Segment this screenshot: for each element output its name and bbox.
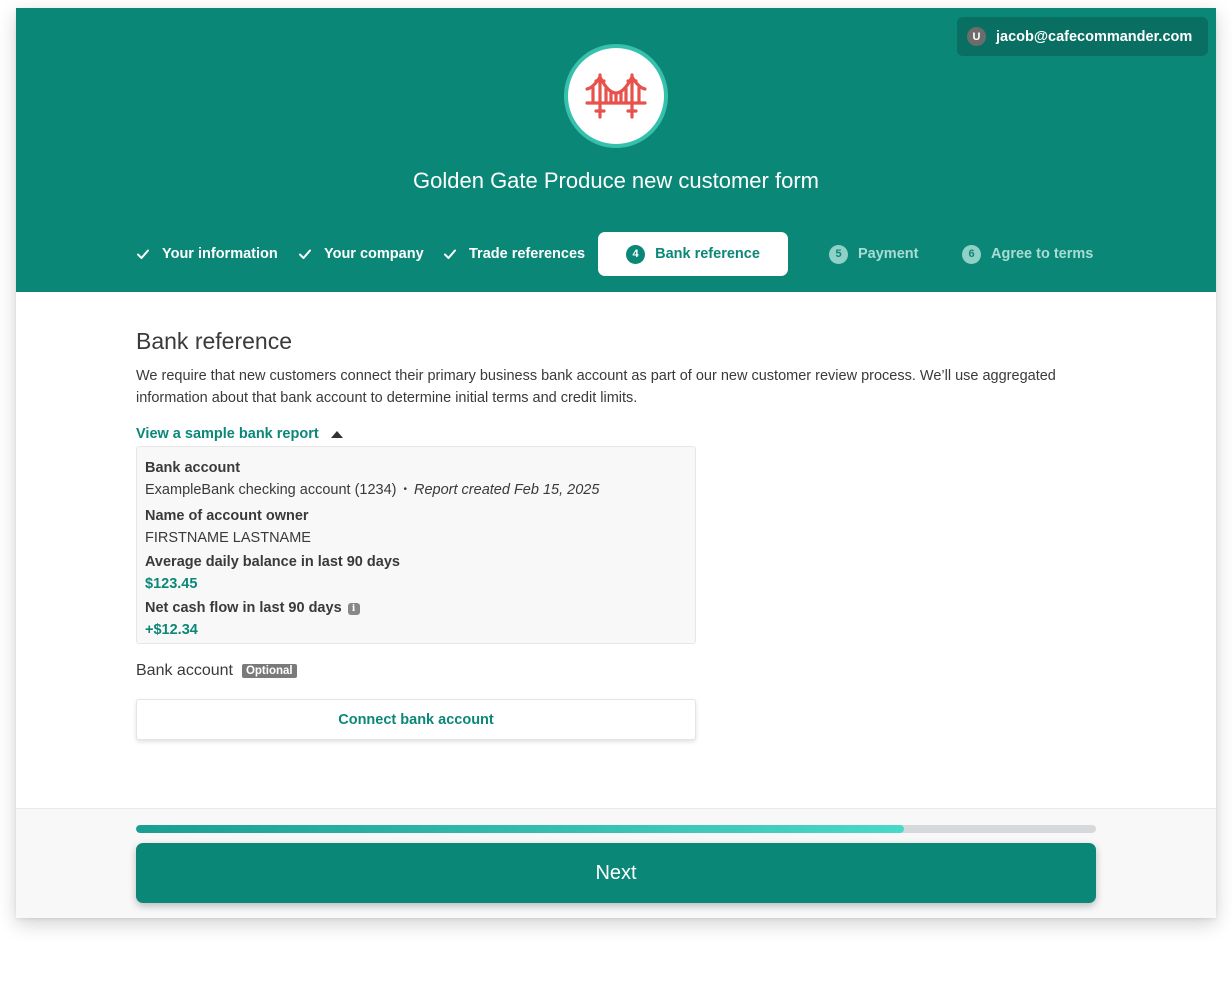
- company-logo: [564, 44, 668, 148]
- report-avg-balance-value: $123.45: [145, 576, 198, 592]
- checkmark-icon: [444, 249, 456, 259]
- report-bank-account-label: Bank account: [145, 460, 241, 476]
- app-window: U jacob@cafecommander.com Golden Gate Pr…: [16, 8, 1216, 918]
- report-bank-account-row: ExampleBank checking account (1234) • Repo…: [145, 479, 687, 503]
- info-icon[interactable]: i: [347, 603, 360, 615]
- step-label: Trade references: [469, 246, 586, 262]
- step-agree-to-terms[interactable]: 6 Agree to terms: [962, 232, 1093, 276]
- step-number: 5: [829, 244, 848, 264]
- step-label: Payment: [858, 246, 919, 262]
- step-label: Agree to terms: [991, 246, 1094, 262]
- header: U jacob@cafecommander.com Golden Gate Pr…: [16, 8, 1216, 292]
- user-menu[interactable]: U jacob@cafecommander.com: [957, 17, 1208, 56]
- report-avg-balance-label: Average daily balance in last 90 days: [145, 554, 400, 570]
- step-label: Bank reference: [655, 246, 760, 262]
- optional-badge: Optional: [241, 664, 297, 678]
- report-owner-label: Name of account owner: [145, 508, 309, 524]
- section-description: We require that new customers connect th…: [136, 368, 1056, 406]
- bank-account-label: Bank account: [136, 662, 233, 679]
- step-your-company[interactable]: Your company: [298, 232, 424, 276]
- step-trade-references[interactable]: Trade references: [443, 232, 585, 276]
- step-label: Your company: [324, 246, 424, 262]
- step-number: 4: [626, 244, 646, 264]
- sample-report-link[interactable]: View a sample bank report: [136, 426, 319, 442]
- connect-bank-account-button[interactable]: Connect bank account: [136, 699, 696, 740]
- form-progress-bar: [136, 825, 1096, 833]
- checkmark-icon: [299, 249, 311, 259]
- section-title: Bank reference: [136, 328, 292, 354]
- step-navigation: Your information Your company Trade refe…: [16, 232, 1216, 276]
- avatar: U: [967, 27, 986, 46]
- step-bank-reference[interactable]: 4 Bank reference: [598, 232, 788, 276]
- form-progress-fill: [136, 825, 904, 833]
- step-payment[interactable]: 5 Payment: [829, 232, 918, 276]
- separator-dot: •: [403, 484, 407, 495]
- step-your-information[interactable]: Your information: [136, 232, 278, 276]
- bank-account-field-label: Bank account Optional: [136, 662, 297, 680]
- report-cash-flow-row: Net cash flow in last 90 days i: [145, 597, 687, 619]
- golden-gate-bridge-icon: [585, 73, 647, 119]
- user-email: jacob@cafecommander.com: [996, 28, 1193, 45]
- caret-up-icon: [330, 430, 343, 438]
- report-bank-account-value: ExampleBank checking account (1234): [145, 482, 397, 498]
- report-created-date: Report created Feb 15, 2025: [414, 482, 600, 498]
- report-cash-flow-value: +$12.34: [145, 622, 198, 638]
- sample-report-toggle[interactable]: View a sample bank report: [136, 426, 343, 442]
- report-owner-value: FIRSTNAME LASTNAME: [145, 530, 311, 546]
- sample-bank-report: Bank account ExampleBank checking accoun…: [136, 446, 696, 644]
- page-title: Golden Gate Produce new customer form: [413, 168, 819, 193]
- footer: Next: [16, 808, 1216, 918]
- step-label: Your information: [162, 246, 278, 262]
- step-number: 6: [962, 244, 981, 264]
- checkmark-icon: [137, 249, 149, 259]
- next-button[interactable]: Next: [136, 843, 1096, 903]
- report-cash-flow-label: Net cash flow in last 90 days: [145, 600, 342, 616]
